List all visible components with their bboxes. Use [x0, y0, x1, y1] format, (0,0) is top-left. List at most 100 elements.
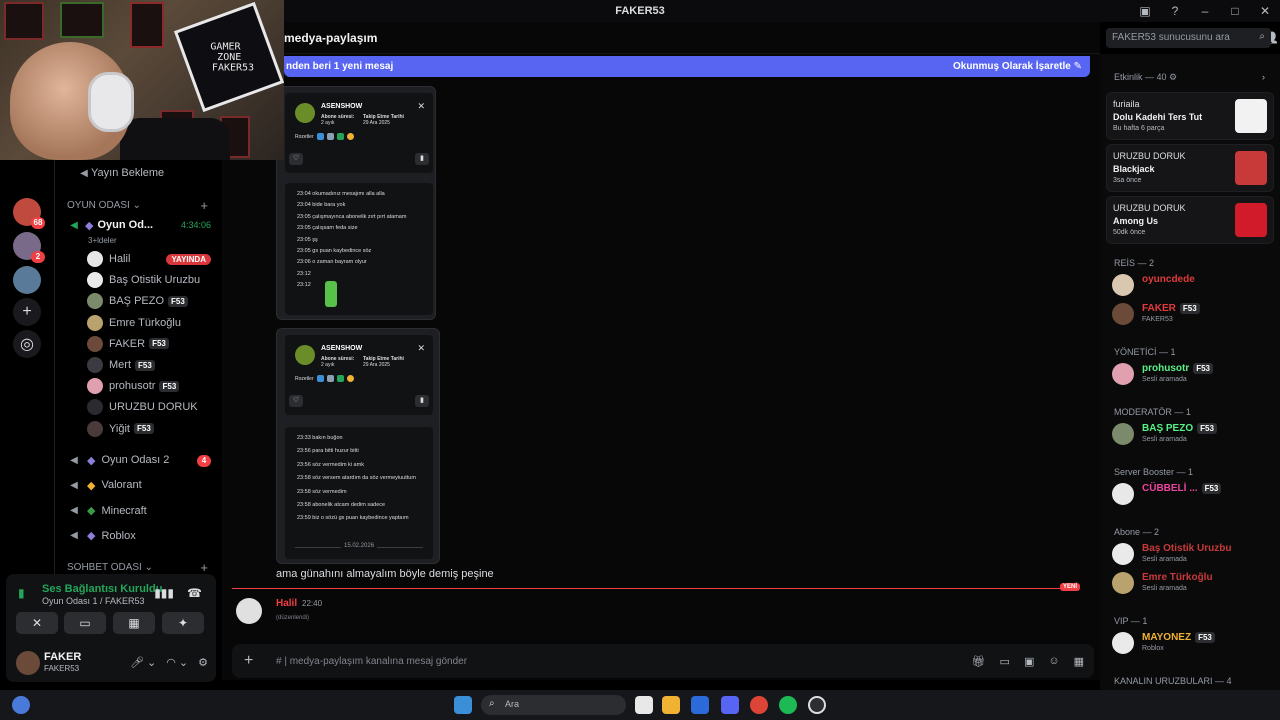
help-icon[interactable]: ? — [1160, 4, 1190, 18]
taskbar-search[interactable]: ⌕ Ara — [481, 695, 626, 715]
headphones-icon[interactable]: ◠ ⌄ — [166, 656, 188, 669]
member-item[interactable]: prohusotr F53 Sesli aramada — [1112, 361, 1272, 387]
chrome-icon[interactable] — [750, 696, 768, 714]
message-composer[interactable]: + # | medya-paylaşım kanalına mesaj gönd… — [232, 644, 1094, 678]
category-oyun-odasi[interactable]: OYUN ODASI ⌄ — [67, 200, 141, 211]
member-name: oyuncdede — [1142, 274, 1195, 285]
activity-card[interactable]: URUZBU DORUK Among Us 50dk önce — [1106, 196, 1274, 244]
camera-off-button[interactable]: ✕ — [16, 612, 58, 634]
image-attachment[interactable]: ASENSHOW ✕ Abone süresi: 2 ayık Takip Etm… — [276, 86, 436, 320]
activity-game: Dolu Kadehi Ters Tut — [1113, 112, 1203, 122]
inbox-icon[interactable]: ▣ — [1130, 4, 1160, 18]
activity-header[interactable]: Etkinlik — 40 ⚙ › — [1114, 72, 1265, 83]
voice-user[interactable]: prohusotr F53 — [55, 376, 223, 396]
member-item[interactable]: FAKER F53 FAKER53 — [1112, 301, 1272, 327]
category-sohbet-odasi[interactable]: SOHBET ODASI ⌄ — [67, 562, 153, 573]
minimize-button[interactable]: – — [1190, 4, 1220, 18]
avatar — [295, 345, 315, 365]
channel-yayin-bekleme[interactable]: ◀ Yayın Bekleme — [55, 163, 223, 183]
search-input[interactable]: FAKER53 sunucusunu ara ⌕ — [1106, 28, 1271, 48]
voice-user[interactable]: Emre Türkoğlu — [55, 313, 223, 333]
sticker-icon[interactable]: ▣ — [1024, 655, 1034, 668]
voice-user-name: prohusotr — [109, 380, 156, 393]
avatar — [1112, 363, 1134, 385]
voice-user[interactable]: Halil YAYINDA — [55, 249, 223, 269]
task-view-icon[interactable] — [635, 696, 653, 714]
screen-share-button[interactable]: ▭ — [64, 612, 106, 634]
voice-channel[interactable]: ◀ ◆ Valorant — [55, 475, 223, 495]
voice-status[interactable]: Ses Bağlantısı Kuruldu — [42, 583, 162, 595]
server-icon[interactable] — [13, 266, 41, 294]
avatar[interactable] — [16, 651, 40, 675]
file-explorer-icon[interactable] — [662, 696, 680, 714]
discord-icon[interactable] — [721, 696, 739, 714]
weather-icon[interactable] — [12, 696, 30, 714]
avatar[interactable] — [236, 598, 262, 624]
voice-user[interactable]: URUZBU DORUK — [55, 397, 223, 417]
voice-timer: 4:34:06 — [180, 220, 211, 230]
member-item[interactable]: MAYONEZ F53 Roblox — [1112, 630, 1272, 656]
badges-row: Rozetler — [295, 133, 354, 140]
image-attachment[interactable]: ASENSHOW ✕ Abone süresi: 2 ayık Takip Etm… — [276, 328, 440, 564]
mark-read-button[interactable]: Okunmuş Olarak İşaretle ✎ — [953, 61, 1082, 72]
category-label: OYUN ODASI — [67, 200, 130, 211]
game-thumbnail — [1235, 151, 1267, 185]
channel-label: Minecraft — [101, 504, 147, 517]
new-messages-bar[interactable]: nden beri 1 yeni mesaj Okunmuş Olarak İş… — [284, 56, 1090, 77]
activity-card[interactable]: URUZBU DORUK Blackjack 3sa önce — [1106, 144, 1274, 192]
activity-game: Among Us — [1113, 216, 1158, 226]
voice-user[interactable]: Baş Otistik Uruzbu — [55, 270, 223, 290]
store-icon[interactable] — [691, 696, 709, 714]
headset — [88, 72, 134, 132]
voice-channel[interactable]: ◀ ◆ Minecraft — [55, 501, 223, 521]
discover-button[interactable]: ◎ — [13, 330, 41, 358]
voice-user[interactable]: BAŞ PEZO F53 — [55, 291, 223, 311]
chat-log: 23:33 bakın buğon 23:56 para bitti huzur … — [285, 427, 433, 559]
card-value: 29 Ara 2025 — [363, 120, 390, 126]
activity-card[interactable]: furiaila Dolu Kadehi Ters Tut Bu hafta 6 p… — [1106, 92, 1274, 140]
soundboard-button[interactable]: ✦ — [162, 612, 204, 634]
gift-icon[interactable]: 🎁︎ — [972, 655, 986, 668]
member-item[interactable]: Baş Otistik Uruzbu Sesli aramada — [1112, 541, 1272, 567]
voice-channel[interactable]: ◀ ◆ Oyun Odası 2 4 — [55, 450, 223, 470]
member-item[interactable]: oyuncdede — [1112, 272, 1272, 298]
member-item[interactable]: BAŞ PEZO F53 Sesli aramada — [1112, 421, 1272, 447]
server-icon[interactable]: 68 — [13, 198, 45, 229]
chat-log-line: 23:04 okumadınız mesajımı alla alla — [297, 191, 385, 197]
steam-icon[interactable] — [808, 696, 826, 714]
add-server-button[interactable]: + — [13, 298, 41, 326]
voice-user[interactable]: Mert F53 — [55, 355, 223, 375]
noise-suppression-icon[interactable]: ▮▮▮ — [154, 586, 174, 600]
user-name[interactable]: FAKER — [44, 651, 81, 663]
member-name: MAYONEZ — [1142, 632, 1192, 643]
add-attachment-button[interactable]: + — [244, 652, 253, 670]
message-author[interactable]: Halil — [276, 598, 297, 609]
close-button[interactable]: ✕ — [1250, 4, 1280, 18]
activities-button[interactable]: ▦ — [113, 612, 155, 634]
disconnect-icon[interactable]: ☎ — [187, 586, 202, 600]
emoji-icon[interactable]: ☺ — [1048, 655, 1059, 668]
member-item[interactable]: Emre Türkoğlu Sesli aramada — [1112, 570, 1272, 596]
category-label: SOHBET ODASI — [67, 562, 142, 573]
chat-log-line: 23:06 o zaman bayram olyur — [297, 259, 367, 266]
voice-channel[interactable]: ◀ ◆ Roblox — [55, 526, 223, 546]
apps-icon[interactable]: ▦ — [1074, 655, 1084, 668]
spotify-icon[interactable] — [779, 696, 797, 714]
microphone-icon[interactable]: 🎤︎ ⌄ — [130, 656, 156, 669]
voice-location[interactable]: Oyun Odası 1 / FAKER53 — [42, 596, 145, 606]
member-item[interactable]: CÜBBELİ ... F53 — [1112, 481, 1272, 507]
maximize-button[interactable]: □ — [1220, 4, 1250, 18]
member-status: Roblox — [1142, 645, 1164, 652]
chat-log-line: 23:05 gs puan kaybedince söz — [297, 248, 372, 254]
voice-user-name: Baş Otistik Uruzbu — [109, 274, 201, 287]
create-channel-icon[interactable]: + — [200, 560, 208, 575]
create-channel-icon[interactable]: + — [200, 198, 208, 213]
voice-user[interactable]: FAKER F53 — [55, 334, 223, 354]
voice-user[interactable]: Yiğit F53 — [55, 419, 223, 439]
channel-oyun-odasi-1[interactable]: ◀ ◆ Oyun Od... 4:34:06 — [55, 215, 223, 235]
start-button[interactable] — [454, 696, 472, 714]
placeholder-text: medya-paylaşım kanalına mesaj gönder — [289, 655, 468, 667]
server-icon[interactable]: 2 — [13, 232, 45, 263]
gear-icon[interactable]: ⚙ — [198, 656, 208, 669]
gif-icon[interactable]: ▭ — [1000, 655, 1010, 668]
